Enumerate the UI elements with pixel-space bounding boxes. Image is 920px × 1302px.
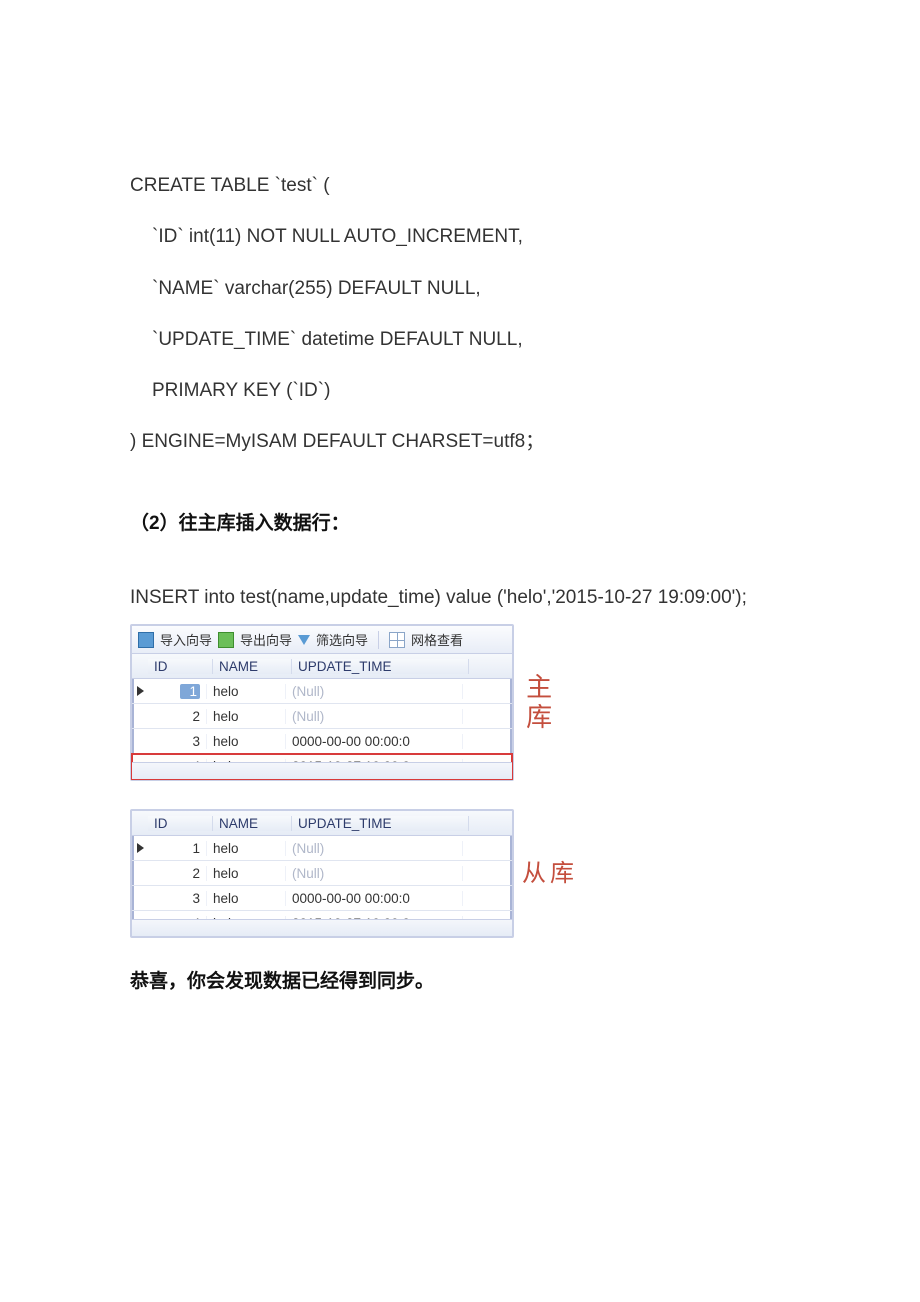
cell-update-time[interactable]: 2015-10-27 19:09:0 bbox=[286, 916, 463, 931]
grid-header: ID NAME UPDATE_TIME bbox=[132, 654, 512, 679]
slave-panel-wrap: ID NAME UPDATE_TIME 1helo(Null)2helo(Nul… bbox=[130, 809, 790, 938]
col-time[interactable]: UPDATE_TIME bbox=[292, 659, 469, 674]
grid-icon bbox=[389, 632, 405, 648]
col-id[interactable]: ID bbox=[148, 659, 213, 674]
cell-id[interactable]: 3 bbox=[148, 734, 207, 749]
sql-line: `NAME` varchar(255) DEFAULT NULL, bbox=[130, 263, 790, 314]
filter-icon bbox=[298, 635, 310, 645]
cell-id[interactable]: 1 bbox=[148, 841, 207, 856]
master-label: 主库 bbox=[522, 673, 551, 733]
cell-name[interactable]: helo bbox=[207, 891, 286, 906]
toolbar-import[interactable]: 导入向导 bbox=[160, 630, 212, 649]
cell-update-time[interactable]: (Null) bbox=[286, 684, 463, 699]
current-row-arrow-icon bbox=[137, 686, 144, 696]
col-name[interactable]: NAME bbox=[213, 816, 292, 831]
export-icon bbox=[218, 632, 234, 648]
cell-update-time[interactable]: 0000-00-00 00:00:0 bbox=[286, 891, 463, 906]
db-toolbar: 导入向导 导出向导 筛选向导 网格查看 bbox=[132, 626, 512, 654]
cell-update-time[interactable]: (Null) bbox=[286, 841, 463, 856]
toolbar-export[interactable]: 导出向导 bbox=[240, 630, 292, 649]
cell-id[interactable]: 1 bbox=[148, 684, 207, 699]
slave-label: 从库 bbox=[522, 861, 578, 887]
toolbar-filter[interactable]: 筛选向导 bbox=[316, 630, 368, 649]
table-row[interactable]: 2helo(Null) bbox=[132, 861, 512, 886]
current-row-arrow-icon bbox=[137, 843, 144, 853]
table-row[interactable]: 1helo(Null) bbox=[132, 679, 512, 704]
import-icon bbox=[138, 632, 154, 648]
cell-name[interactable]: helo bbox=[207, 759, 286, 774]
cell-name[interactable]: helo bbox=[207, 916, 286, 931]
section-2-heading: （2）往主库插入数据行： bbox=[130, 508, 790, 535]
cell-name[interactable]: helo bbox=[207, 709, 286, 724]
row-marker bbox=[132, 843, 148, 853]
master-panel-wrap: 导入向导 导出向导 筛选向导 网格查看 ID NAME UPDATE_TIME … bbox=[130, 624, 790, 781]
cell-id[interactable]: 3 bbox=[148, 891, 207, 906]
conclusion-text: 恭喜，你会发现数据已经得到同步。 bbox=[130, 966, 790, 993]
cell-update-time[interactable]: (Null) bbox=[286, 866, 463, 881]
cell-name[interactable]: helo bbox=[207, 684, 286, 699]
sql-create-block: CREATE TABLE `test` ( `ID` int(11) NOT N… bbox=[130, 160, 790, 468]
sql-line: CREATE TABLE `test` ( bbox=[130, 160, 790, 211]
col-id[interactable]: ID bbox=[148, 816, 213, 831]
cell-update-time[interactable]: 2015-10-27 19:09:0 bbox=[286, 759, 463, 774]
table-row[interactable]: 4helo2015-10-27 19:09:0 bbox=[132, 911, 512, 936]
sql-line: PRIMARY KEY (`ID`) bbox=[130, 365, 790, 416]
toolbar-gridview[interactable]: 网格查看 bbox=[411, 630, 463, 649]
sql-line: `UPDATE_TIME` datetime DEFAULT NULL, bbox=[130, 314, 790, 365]
cell-id[interactable]: 2 bbox=[148, 866, 207, 881]
sql-insert-block: INSERT into test(name,update_time) value… bbox=[130, 575, 790, 621]
toolbar-separator bbox=[378, 631, 379, 649]
cell-name[interactable]: helo bbox=[207, 734, 286, 749]
table-row[interactable]: 1helo(Null) bbox=[132, 836, 512, 861]
slave-db-panel: ID NAME UPDATE_TIME 1helo(Null)2helo(Nul… bbox=[130, 809, 514, 938]
table-row[interactable]: 2helo(Null) bbox=[132, 704, 512, 729]
grid-header: ID NAME UPDATE_TIME bbox=[132, 811, 512, 836]
cell-id[interactable]: 4 bbox=[148, 759, 207, 774]
cell-id[interactable]: 4 bbox=[148, 916, 207, 931]
cell-update-time[interactable]: (Null) bbox=[286, 709, 463, 724]
sql-line: ) ENGINE=MyISAM DEFAULT CHARSET=utf8； bbox=[130, 416, 790, 467]
cell-update-time[interactable]: 0000-00-00 00:00:0 bbox=[286, 734, 463, 749]
master-db-panel: 导入向导 导出向导 筛选向导 网格查看 ID NAME UPDATE_TIME … bbox=[130, 624, 514, 781]
cell-id[interactable]: 2 bbox=[148, 709, 207, 724]
cell-name[interactable]: helo bbox=[207, 841, 286, 856]
table-row[interactable]: 4helo2015-10-27 19:09:0 bbox=[132, 754, 512, 779]
cell-name[interactable]: helo bbox=[207, 866, 286, 881]
slave-grid: ID NAME UPDATE_TIME 1helo(Null)2helo(Nul… bbox=[132, 811, 512, 936]
col-time[interactable]: UPDATE_TIME bbox=[292, 816, 469, 831]
row-marker bbox=[132, 686, 148, 696]
sql-line: `ID` int(11) NOT NULL AUTO_INCREMENT, bbox=[130, 211, 790, 262]
master-grid: ID NAME UPDATE_TIME 1helo(Null)2helo(Nul… bbox=[132, 654, 512, 779]
col-name[interactable]: NAME bbox=[213, 659, 292, 674]
table-row[interactable]: 3helo0000-00-00 00:00:0 bbox=[132, 729, 512, 754]
table-row[interactable]: 3helo0000-00-00 00:00:0 bbox=[132, 886, 512, 911]
